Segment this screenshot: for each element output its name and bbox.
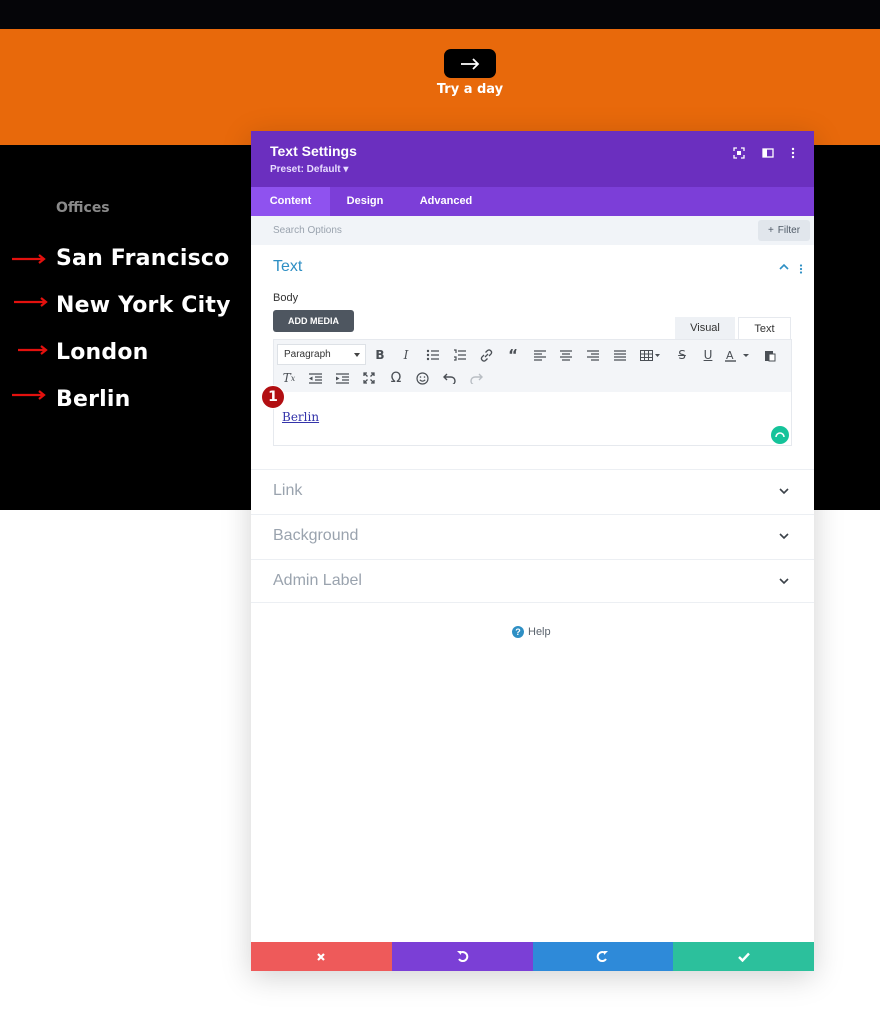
text-settings-modal: Text Settings Preset: Default ▾ Content …: [251, 131, 814, 971]
arrow-right-icon: [12, 254, 46, 264]
help-label: Help: [528, 626, 551, 638]
checkmark-icon: [737, 952, 750, 962]
chevron-down-icon: [779, 578, 789, 585]
align-center-icon[interactable]: [556, 345, 576, 365]
city-london: London: [56, 340, 149, 365]
emoji-icon[interactable]: [412, 368, 432, 388]
redo-icon: [597, 951, 609, 963]
accordion-admin-label[interactable]: Admin Label: [251, 559, 814, 603]
align-right-icon[interactable]: [583, 345, 603, 365]
format-select-value: Paragraph: [284, 349, 331, 360]
section-menu-icon[interactable]: [799, 264, 803, 274]
strikethrough-icon[interactable]: S: [672, 345, 692, 365]
outdent-icon[interactable]: [305, 368, 325, 388]
split-view-icon[interactable]: [760, 145, 776, 161]
more-options-icon[interactable]: [785, 145, 801, 161]
redo-icon[interactable]: [466, 368, 486, 388]
accordion-title: Link: [273, 482, 303, 499]
paste-icon[interactable]: [760, 345, 780, 365]
text-color-icon[interactable]: A: [723, 345, 753, 365]
text-section-title[interactable]: Text: [273, 258, 302, 276]
blockquote-icon[interactable]: “: [503, 345, 523, 365]
underline-icon[interactable]: U: [698, 345, 718, 365]
indent-icon[interactable]: [332, 368, 352, 388]
modal-footer: [251, 942, 814, 971]
body-label: Body: [273, 292, 299, 304]
undo-icon[interactable]: [439, 368, 459, 388]
top-bar: [0, 0, 880, 29]
redo-button[interactable]: [532, 942, 674, 971]
filter-button[interactable]: + Filter: [758, 220, 810, 241]
try-a-day-button[interactable]: [444, 49, 496, 78]
tab-content[interactable]: Content: [251, 187, 330, 216]
chevron-down-icon: [779, 488, 789, 495]
city-san-francisco: San Francisco: [56, 246, 230, 271]
search-options-input[interactable]: [273, 216, 693, 245]
numbered-list-icon[interactable]: [450, 345, 470, 365]
svg-text:A: A: [726, 349, 734, 362]
accordion-background[interactable]: Background: [251, 514, 814, 558]
arrow-right-icon: [18, 345, 48, 355]
align-left-icon[interactable]: [530, 345, 550, 365]
editor-content[interactable]: Berlin: [282, 410, 319, 424]
step-number-badge: 1: [261, 385, 285, 409]
close-icon: [317, 952, 326, 961]
tab-advanced[interactable]: Advanced: [411, 187, 481, 216]
editor-tab-visual[interactable]: Visual: [675, 317, 735, 339]
arrow-right-icon: [12, 390, 46, 400]
chevron-down-icon: [779, 533, 789, 540]
undo-icon: [456, 951, 468, 963]
clear-format-icon[interactable]: Tx: [279, 368, 299, 388]
link-icon[interactable]: [476, 345, 496, 365]
accordion-link[interactable]: Link: [251, 469, 814, 513]
select-caret-icon: [354, 353, 360, 357]
offices-heading: Offices: [56, 200, 110, 216]
plus-icon: +: [767, 225, 774, 236]
save-button[interactable]: [673, 942, 814, 971]
table-icon[interactable]: [638, 345, 662, 365]
help-link[interactable]: ? Help: [512, 626, 551, 638]
arrow-right-icon: [14, 297, 48, 307]
tab-design[interactable]: Design: [335, 187, 395, 216]
editor-tab-text[interactable]: Text: [738, 317, 791, 339]
city-new-york: New York City: [56, 293, 231, 318]
expand-icon[interactable]: [731, 145, 747, 161]
align-justify-icon[interactable]: [610, 345, 630, 365]
italic-icon[interactable]: I: [396, 345, 416, 365]
preset-label: Preset: Default: [270, 164, 341, 175]
preset-dropdown[interactable]: Preset: Default ▾: [270, 164, 348, 175]
discard-button[interactable]: [251, 942, 392, 971]
cta-label: Try a day: [436, 82, 504, 97]
city-berlin: Berlin: [56, 387, 131, 412]
rich-text-editor: Paragraph B I “ S U A T x Ω Berlin: [273, 339, 792, 446]
bold-icon[interactable]: B: [370, 345, 390, 365]
accordion-title: Background: [273, 527, 359, 544]
search-bar: + Filter: [251, 216, 814, 245]
help-icon: ?: [512, 626, 524, 638]
settings-tabs: Content Design Advanced: [251, 187, 814, 216]
modal-header: Text Settings Preset: Default ▾: [251, 131, 814, 187]
accordion-title: Admin Label: [273, 572, 362, 589]
grammarly-icon[interactable]: [771, 426, 789, 444]
omega-icon[interactable]: Ω: [386, 368, 406, 388]
fullscreen-icon[interactable]: [359, 368, 379, 388]
filter-label: Filter: [777, 225, 801, 236]
editor-toolbar: Paragraph B I “ S U A T x Ω: [274, 340, 791, 392]
paragraph-format-select[interactable]: Paragraph: [277, 344, 366, 365]
arrow-right-icon: [461, 57, 480, 70]
add-media-button[interactable]: ADD MEDIA: [273, 310, 354, 332]
preset-caret-icon: ▾: [343, 164, 349, 175]
modal-title: Text Settings: [270, 143, 357, 159]
bulleted-list-icon[interactable]: [423, 345, 443, 365]
undo-button[interactable]: [391, 942, 533, 971]
chevron-up-icon[interactable]: [779, 263, 789, 270]
